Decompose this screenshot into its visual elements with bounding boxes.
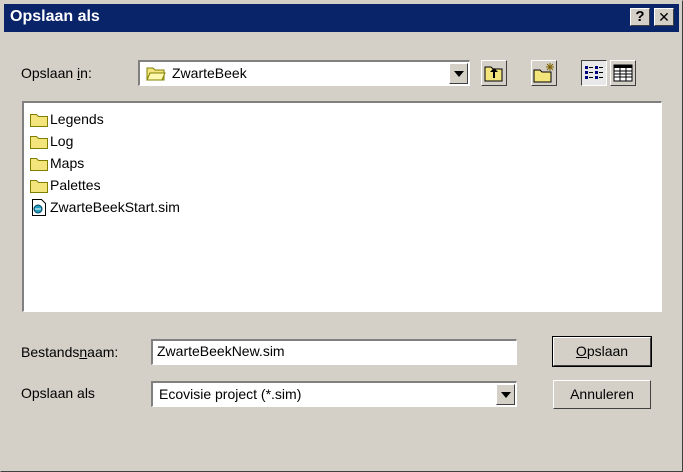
- filename-input[interactable]: [157, 343, 507, 359]
- file-name: ZwarteBeekStart.sim: [50, 199, 180, 215]
- save-as-dialog: Opslaan als ? ✕ Opslaan in: ZwarteBeek L…: [0, 0, 683, 472]
- location-label-pre: Opslaan: [21, 65, 78, 81]
- file-name: Palettes: [50, 177, 101, 193]
- save-button[interactable]: Opslaan: [552, 336, 652, 367]
- file-list[interactable]: Legends Log Maps Palettes ZwarteBeekStar…: [22, 101, 662, 312]
- up-one-level-button[interactable]: [481, 60, 507, 86]
- file-name: Maps: [50, 155, 85, 171]
- filetype-combo[interactable]: Ecovisie project (*.sim): [151, 381, 517, 407]
- file-name: Log: [50, 133, 74, 149]
- file-name: Legends: [50, 111, 104, 127]
- folder-icon: [30, 136, 48, 149]
- filename-label: Bestandsnaam:: [21, 344, 118, 360]
- open-folder-icon: [146, 67, 166, 81]
- save-button-accel: O: [575, 343, 587, 359]
- up-folder-icon: [484, 66, 503, 82]
- folder-icon: [30, 158, 48, 171]
- new-folder-button[interactable]: [531, 60, 557, 86]
- new-folder-icon: [533, 63, 554, 83]
- sim-file-icon: [32, 199, 46, 216]
- location-value: ZwarteBeek: [172, 65, 247, 81]
- location-label: Opslaan in:: [21, 65, 92, 81]
- filetype-value: Ecovisie project (*.sim): [159, 386, 302, 402]
- filename-label-accel: n: [79, 344, 88, 360]
- title-bar[interactable]: Opslaan als ? ✕: [4, 4, 679, 32]
- folder-icon: [30, 180, 48, 193]
- filetype-label: Opslaan als: [21, 385, 95, 401]
- save-button-label: pslaan: [586, 343, 629, 359]
- details-view-button[interactable]: [610, 60, 636, 86]
- help-button[interactable]: ?: [630, 8, 650, 26]
- list-view-button[interactable]: [581, 60, 607, 86]
- close-button[interactable]: ✕: [654, 8, 674, 26]
- location-label-post: n:: [80, 65, 92, 81]
- details-view-icon: [613, 64, 633, 82]
- filetype-dropdown-arrow[interactable]: [496, 384, 515, 405]
- location-combo[interactable]: ZwarteBeek: [138, 60, 470, 86]
- folder-icon: [30, 114, 48, 127]
- filename-field[interactable]: [151, 339, 517, 365]
- cancel-button[interactable]: Annuleren: [553, 380, 651, 409]
- filename-label-post: aam:: [87, 344, 119, 360]
- filename-label-pre: Bestands: [21, 344, 80, 360]
- location-dropdown-arrow[interactable]: [449, 63, 468, 84]
- list-view-icon: [585, 66, 603, 79]
- window-title: Opslaan als: [10, 8, 100, 25]
